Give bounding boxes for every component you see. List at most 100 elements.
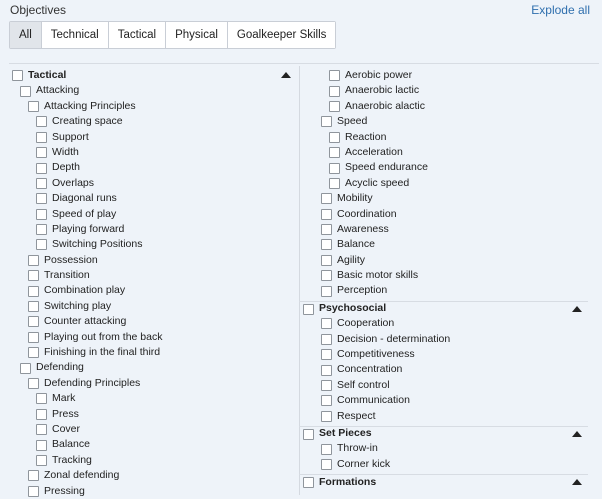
checkbox[interactable]	[28, 331, 39, 343]
checkbox[interactable]	[36, 239, 47, 251]
checkbox[interactable]	[36, 131, 47, 143]
checkbox[interactable]	[329, 70, 340, 82]
checkbox[interactable]	[321, 318, 332, 330]
objective-item-press[interactable]: Press	[12, 407, 297, 422]
checkbox[interactable]	[36, 439, 47, 451]
checkbox[interactable]	[28, 347, 39, 359]
checkbox[interactable]	[329, 131, 340, 143]
checkbox[interactable]	[36, 454, 47, 466]
objective-item-competitiveness[interactable]: Competitiveness	[303, 347, 588, 362]
checkbox[interactable]	[329, 100, 340, 112]
objective-item-transition[interactable]: Transition	[12, 268, 297, 283]
objective-item-communication[interactable]: Communication	[303, 393, 588, 408]
tab-tactical[interactable]: Tactical	[108, 22, 167, 48]
objective-item-possession[interactable]: Possession	[12, 253, 297, 268]
checkbox[interactable]	[321, 380, 332, 391]
section-formations[interactable]: Formations	[299, 474, 588, 489]
objective-item-speed[interactable]: Speed	[303, 114, 588, 129]
objective-item-switching-positions[interactable]: Switching Positions	[12, 237, 297, 252]
objective-item-overlaps[interactable]: Overlaps	[12, 176, 297, 191]
checkbox[interactable]	[321, 208, 332, 220]
checkbox[interactable]	[36, 116, 47, 128]
checkbox[interactable]	[321, 395, 332, 407]
objective-item-switching-play[interactable]: Switching play	[12, 299, 297, 314]
objective-item-combination-play[interactable]: Combination play	[12, 283, 297, 298]
objective-item-awareness[interactable]: Awareness	[303, 222, 588, 237]
section-psychosocial[interactable]: Psychosocial	[299, 300, 588, 316]
checkbox[interactable]	[321, 443, 332, 455]
checkbox[interactable]	[321, 458, 332, 470]
collapse-caret-icon[interactable]	[572, 479, 582, 486]
objective-item-anaerobic-lactic[interactable]: Anaerobic lactic	[303, 83, 588, 98]
checkbox[interactable]	[303, 476, 314, 488]
checkbox[interactable]	[329, 162, 340, 174]
checkbox[interactable]	[321, 239, 332, 251]
objective-item-pressing[interactable]: Pressing	[12, 484, 297, 499]
objective-item-decision-determination[interactable]: Decision - determination	[303, 332, 588, 347]
objective-item-corner-kick[interactable]: Corner kick	[303, 457, 588, 472]
checkbox[interactable]	[329, 177, 340, 189]
checkbox[interactable]	[303, 428, 314, 440]
objective-item-depth[interactable]: Depth	[12, 160, 297, 175]
checkbox[interactable]	[36, 147, 47, 159]
checkbox[interactable]	[321, 193, 332, 205]
objective-item-speed-of-play[interactable]: Speed of play	[12, 207, 297, 222]
checkbox[interactable]	[321, 116, 332, 128]
checkbox[interactable]	[28, 301, 39, 313]
objective-item-self-control[interactable]: Self control	[303, 378, 588, 393]
objective-item-defending[interactable]: Defending	[12, 360, 297, 375]
checkbox[interactable]	[28, 470, 39, 482]
checkbox[interactable]	[28, 485, 39, 497]
objective-item-balance[interactable]: Balance	[12, 437, 297, 452]
tab-technical[interactable]: Technical	[41, 22, 109, 48]
objective-item-throw-in[interactable]: Throw-in	[303, 441, 588, 456]
objective-item-playing-forward[interactable]: Playing forward	[12, 222, 297, 237]
objective-item-acyclic-speed[interactable]: Acyclic speed	[303, 176, 588, 191]
checkbox[interactable]	[321, 270, 332, 282]
tab-physical[interactable]: Physical	[166, 22, 228, 48]
objective-item-aerobic-power[interactable]: Aerobic power	[303, 68, 588, 83]
objective-item-width[interactable]: Width	[12, 145, 297, 160]
objective-item-cooperation[interactable]: Cooperation	[303, 316, 588, 331]
objective-item-creating-space[interactable]: Creating space	[12, 114, 297, 129]
checkbox[interactable]	[28, 285, 39, 297]
checkbox[interactable]	[28, 378, 39, 389]
objective-item-finishing-in-the-final-third[interactable]: Finishing in the final third	[12, 345, 297, 360]
objective-item-tracking[interactable]: Tracking	[12, 453, 297, 468]
objective-item-concentration[interactable]: Concentration	[303, 362, 588, 377]
checkbox[interactable]	[20, 85, 31, 97]
checkbox[interactable]	[36, 224, 47, 236]
objective-item-support[interactable]: Support	[12, 130, 297, 145]
checkbox[interactable]	[329, 85, 340, 97]
objective-item-playing-out-from-the-back[interactable]: Playing out from the back	[12, 330, 297, 345]
objective-item-reaction[interactable]: Reaction	[303, 130, 588, 145]
checkbox[interactable]	[321, 285, 332, 297]
checkbox[interactable]	[28, 316, 39, 328]
objective-item-mobility[interactable]: Mobility	[303, 191, 588, 206]
section-tactical[interactable]: Tactical	[12, 68, 297, 83]
checkbox[interactable]	[329, 147, 340, 159]
section-set-pieces[interactable]: Set Pieces	[299, 425, 588, 441]
checkbox[interactable]	[321, 254, 332, 266]
checkbox[interactable]	[28, 254, 39, 266]
checkbox[interactable]	[28, 270, 39, 282]
checkbox[interactable]	[321, 364, 332, 376]
objective-item-attacking-principles[interactable]: Attacking Principles	[12, 99, 297, 114]
checkbox[interactable]	[36, 193, 47, 205]
explode-all-link[interactable]: Explode all	[531, 3, 590, 17]
checkbox[interactable]	[12, 70, 23, 82]
checkbox[interactable]	[36, 177, 47, 189]
objective-item-respect[interactable]: Respect	[303, 409, 588, 424]
collapse-caret-icon[interactable]	[281, 72, 291, 78]
objective-item-perception[interactable]: Perception	[303, 283, 588, 298]
checkbox[interactable]	[36, 162, 47, 174]
objective-item-acceleration[interactable]: Acceleration	[303, 145, 588, 160]
checkbox[interactable]	[36, 424, 47, 436]
checkbox[interactable]	[321, 224, 332, 236]
tab-goalkeeper-skills[interactable]: Goalkeeper Skills	[227, 22, 336, 48]
collapse-caret-icon[interactable]	[572, 305, 582, 312]
checkbox[interactable]	[303, 303, 314, 315]
objective-item-diagonal-runs[interactable]: Diagonal runs	[12, 191, 297, 206]
checkbox[interactable]	[28, 100, 39, 112]
checkbox[interactable]	[36, 208, 47, 220]
